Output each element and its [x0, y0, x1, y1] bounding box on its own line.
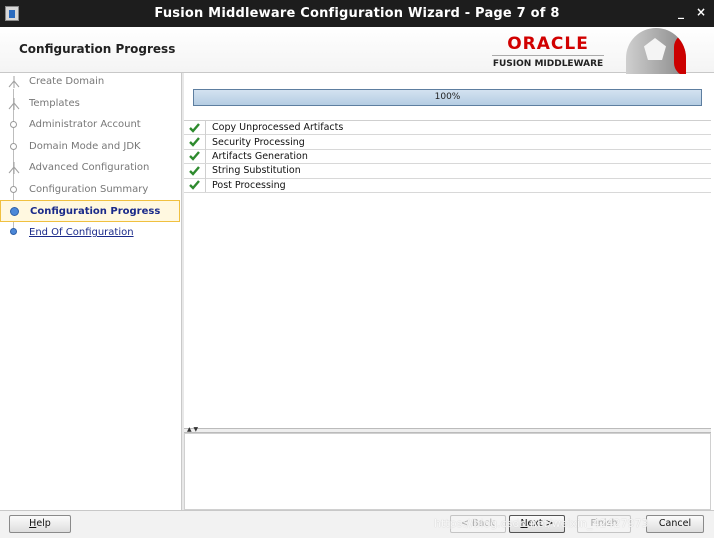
- progress-percent-text: 100%: [434, 92, 461, 102]
- step-label: Templates: [29, 98, 80, 109]
- step-create-domain[interactable]: Create Domain: [0, 71, 180, 92]
- step-domain-mode-jdk[interactable]: Domain Mode and JDK: [0, 136, 180, 157]
- step-end-of-configuration[interactable]: End Of Configuration: [0, 222, 180, 243]
- completed-step-icon: [10, 186, 17, 193]
- fusion-emblem-icon: [626, 28, 686, 74]
- completed-step-icon: [8, 162, 20, 174]
- step-templates[interactable]: Templates: [0, 93, 180, 114]
- check-icon: [184, 120, 206, 135]
- overall-progress-bar: 100%: [193, 89, 702, 106]
- step-configuration-progress[interactable]: Configuration Progress: [0, 200, 180, 222]
- current-step-icon: [10, 207, 19, 216]
- step-configuration-summary[interactable]: Configuration Summary: [0, 179, 180, 200]
- step-label: Create Domain: [29, 76, 105, 87]
- completed-step-icon: [10, 121, 17, 128]
- step-label: Configuration Progress: [30, 205, 161, 217]
- minimize-button[interactable]: _: [678, 5, 684, 19]
- wizard-steps-sidebar: Create Domain Templates Administrator Ac…: [0, 73, 181, 510]
- task-row: Post Processing: [184, 178, 711, 193]
- check-icon: [184, 149, 206, 164]
- task-list: Copy Unprocessed Artifacts Security Proc…: [184, 120, 711, 430]
- task-label: Post Processing: [212, 179, 286, 191]
- oracle-logo: ORACLE FUSION MIDDLEWARE: [492, 34, 604, 69]
- completed-step-icon: [10, 143, 17, 150]
- check-icon: [184, 163, 206, 178]
- task-label: Security Processing: [212, 136, 305, 148]
- step-label: Administrator Account: [29, 119, 141, 130]
- watermark-text: https://blog.csdn.net/weixin_42427973: [434, 517, 649, 530]
- splitter-arrows-icon[interactable]: ▲ ▼: [187, 426, 198, 433]
- help-button[interactable]: Help: [9, 515, 71, 533]
- next-step-icon: [10, 228, 17, 235]
- window-title: Fusion Middleware Configuration Wizard -…: [154, 6, 560, 21]
- cancel-button[interactable]: Cancel: [646, 515, 704, 533]
- step-advanced-configuration[interactable]: Advanced Configuration: [0, 157, 180, 178]
- wizard-header: Configuration Progress ORACLE FUSION MID…: [0, 27, 714, 74]
- oracle-wordmark: ORACLE: [507, 34, 589, 54]
- page-title: Configuration Progress: [19, 42, 176, 56]
- completed-step-icon: [8, 76, 20, 88]
- window-title-bar: Fusion Middleware Configuration Wizard -…: [0, 0, 714, 27]
- task-row: Security Processing: [184, 135, 711, 150]
- completed-step-icon: [8, 98, 20, 110]
- task-row: Copy Unprocessed Artifacts: [184, 120, 711, 136]
- step-label: End Of Configuration: [29, 227, 134, 238]
- step-label: Configuration Summary: [29, 184, 149, 195]
- task-label: String Substitution: [212, 165, 301, 177]
- task-row: String Substitution: [184, 163, 711, 179]
- check-icon: [184, 135, 206, 150]
- log-output-pane: [184, 433, 711, 510]
- step-label: Domain Mode and JDK: [29, 141, 141, 152]
- task-row: Artifacts Generation: [184, 149, 711, 165]
- step-administrator-account[interactable]: Administrator Account: [0, 114, 180, 135]
- task-label: Artifacts Generation: [212, 150, 308, 162]
- fusion-middleware-label: FUSION MIDDLEWARE: [492, 55, 604, 69]
- task-label: Copy Unprocessed Artifacts: [212, 122, 344, 134]
- step-label: Advanced Configuration: [29, 162, 150, 173]
- wizard-footer: Help < Back Next > Finish Cancel https:/…: [0, 510, 714, 538]
- close-button[interactable]: ×: [696, 5, 706, 19]
- check-icon: [184, 178, 206, 193]
